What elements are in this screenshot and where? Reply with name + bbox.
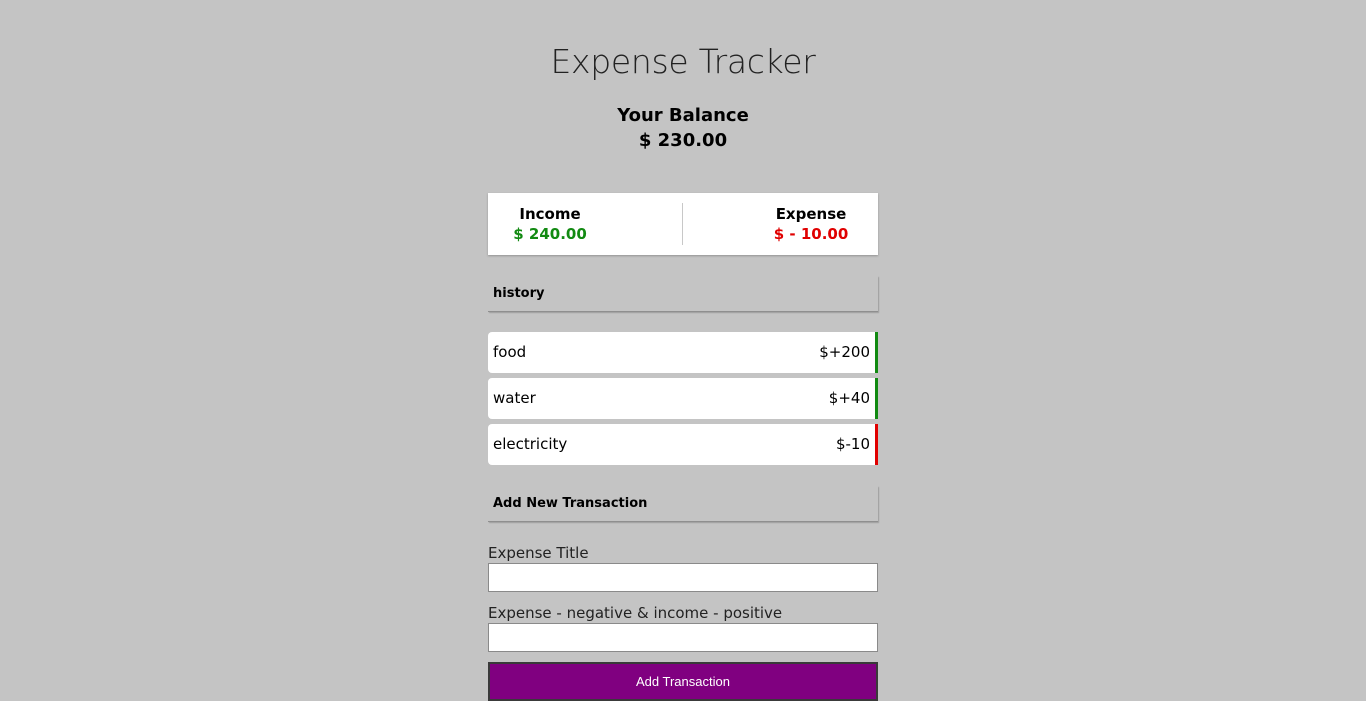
balance-amount: $ 230.00: [638, 130, 728, 151]
expense-tracker-app: Expense Tracker Your Balance $ 230.00 In…: [0, 0, 1366, 701]
expense-block: Expense $ - 10.00: [766, 205, 856, 243]
transaction-name: water: [493, 389, 536, 407]
list-item[interactable]: food $+200: [488, 332, 878, 373]
income-label: Income: [519, 205, 581, 223]
add-transaction-heading: Add New Transaction: [488, 486, 878, 522]
transaction-amount: $+200: [819, 343, 870, 361]
income-block: Income $ 240.00: [510, 205, 590, 243]
history-list: food $+200 water $+40 electricity $-10: [488, 332, 878, 470]
expense-label: Expense: [775, 205, 847, 223]
expense-amount-label: Expense - negative & income - positive: [488, 604, 783, 622]
balance-label: Your Balance: [617, 105, 749, 126]
expense-amount: $ - 10.00: [773, 225, 849, 243]
income-expense-summary: Income $ 240.00 Expense $ - 10.00: [488, 193, 878, 255]
expense-title-input[interactable]: [488, 563, 878, 592]
transaction-amount: $+40: [828, 389, 870, 407]
income-amount: $ 240.00: [513, 225, 587, 243]
list-item[interactable]: water $+40: [488, 378, 878, 419]
transaction-amount: $-10: [835, 435, 870, 453]
transaction-name: electricity: [493, 435, 568, 453]
expense-amount-input[interactable]: [488, 623, 878, 652]
list-item[interactable]: electricity $-10: [488, 424, 878, 465]
page-title: Expense Tracker: [550, 42, 816, 81]
summary-divider: [682, 203, 683, 245]
add-transaction-button[interactable]: Add Transaction: [488, 662, 878, 701]
history-heading: history: [488, 276, 878, 312]
transaction-name: food: [493, 343, 527, 361]
expense-title-label: Expense Title: [488, 544, 589, 562]
